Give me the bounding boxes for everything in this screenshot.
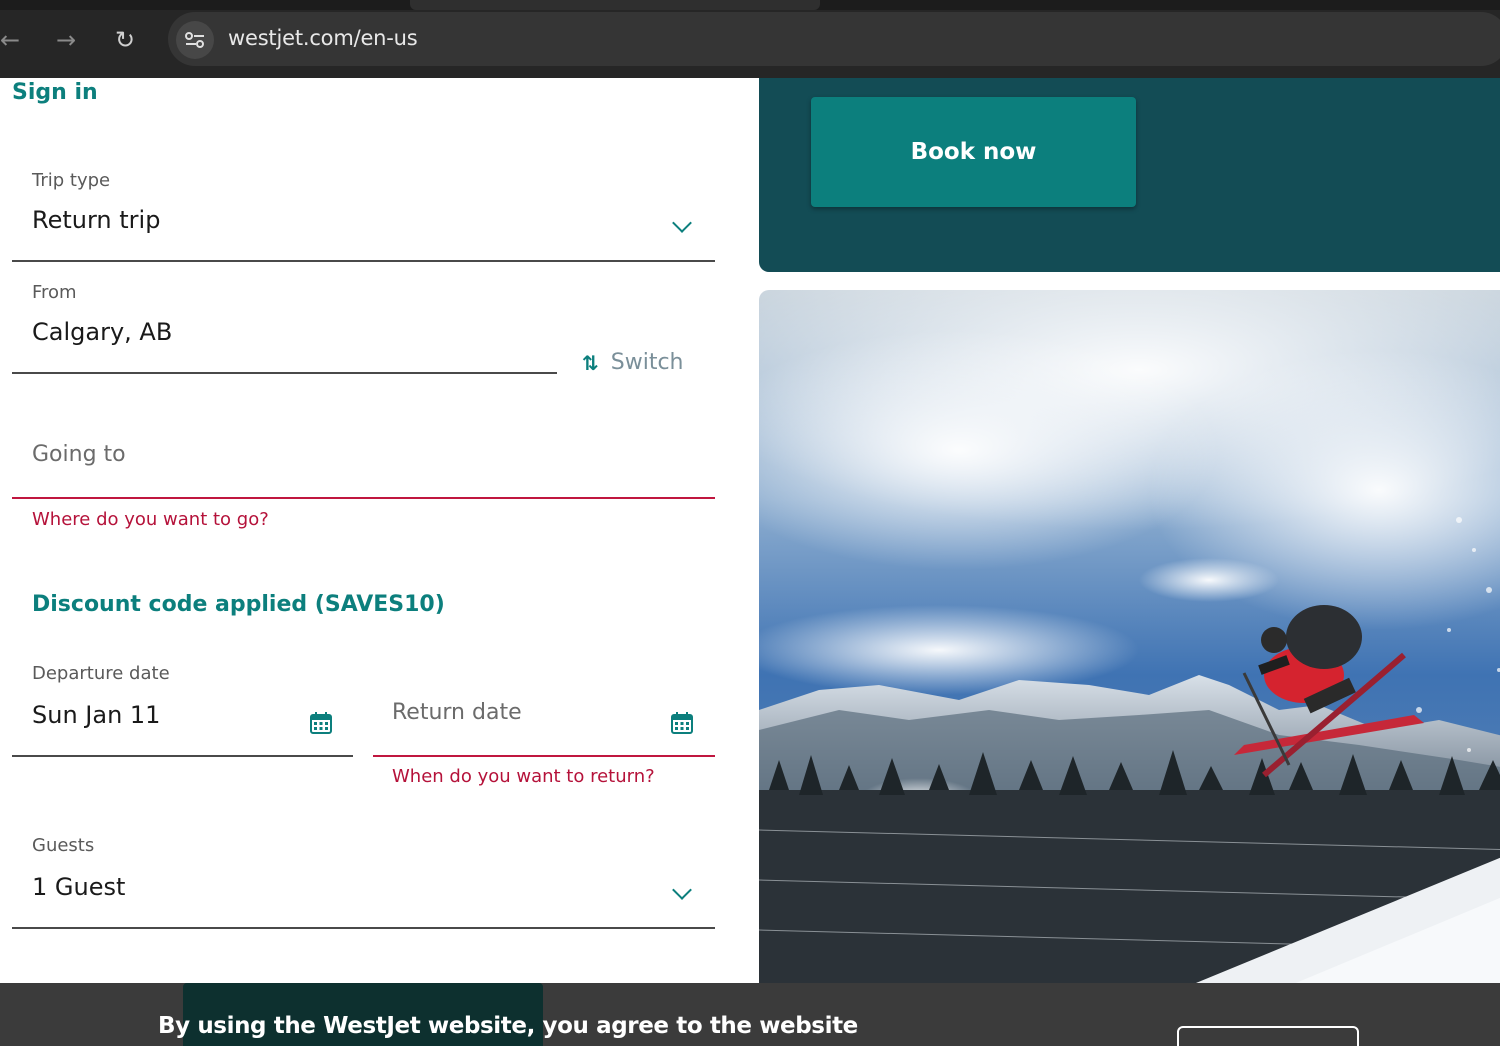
going-to-error: Where do you want to go? bbox=[32, 509, 269, 530]
departure-date-input[interactable]: Sun Jan 11 bbox=[32, 701, 160, 729]
reload-icon[interactable]: ↻ bbox=[107, 22, 143, 58]
return-date-input[interactable]: Return date bbox=[392, 700, 522, 725]
guests-label: Guests bbox=[32, 835, 95, 856]
cookie-accept-button[interactable] bbox=[1177, 1026, 1359, 1046]
browser-tab[interactable] bbox=[410, 0, 820, 10]
switch-button[interactable]: ⇅ Switch bbox=[582, 350, 684, 375]
return-date-error: When do you want to return? bbox=[392, 766, 655, 787]
calendar-icon[interactable] bbox=[309, 711, 333, 735]
skier-hero-image bbox=[759, 290, 1500, 990]
swap-arrows-icon: ⇅ bbox=[582, 350, 599, 375]
switch-label: Switch bbox=[610, 350, 684, 375]
return-date-underline bbox=[373, 755, 715, 757]
trip-type-label: Trip type bbox=[32, 170, 111, 191]
trip-type-select[interactable]: Return trip bbox=[32, 206, 160, 234]
trip-type-underline bbox=[12, 260, 715, 262]
calendar-icon[interactable] bbox=[670, 711, 694, 735]
going-to-input[interactable]: Going to bbox=[32, 442, 126, 467]
cookie-banner-text: By using the WestJet website, you agree … bbox=[158, 1013, 858, 1039]
discount-code-link[interactable]: Discount code applied (SAVES10) bbox=[32, 592, 445, 617]
going-to-underline bbox=[12, 497, 715, 499]
chevron-down-icon[interactable] bbox=[672, 880, 692, 900]
tab-strip bbox=[0, 0, 1500, 10]
guests-select[interactable]: 1 Guest bbox=[32, 873, 125, 901]
from-underline bbox=[12, 372, 557, 374]
departure-date-label: Departure date bbox=[32, 663, 170, 684]
site-info-icon[interactable] bbox=[176, 21, 214, 59]
departure-date-underline bbox=[12, 755, 353, 757]
chevron-down-icon[interactable] bbox=[672, 213, 692, 233]
forward-arrow-icon[interactable]: → bbox=[48, 22, 84, 58]
guests-underline bbox=[12, 927, 715, 929]
sign-in-link[interactable]: Sign in bbox=[12, 80, 98, 105]
url-text[interactable]: westjet.com/en-us bbox=[228, 26, 418, 50]
from-input[interactable]: Calgary, AB bbox=[32, 318, 172, 346]
book-now-button[interactable]: Book now bbox=[811, 97, 1136, 207]
back-arrow-icon[interactable]: ← bbox=[0, 22, 28, 58]
from-label: From bbox=[32, 282, 77, 303]
